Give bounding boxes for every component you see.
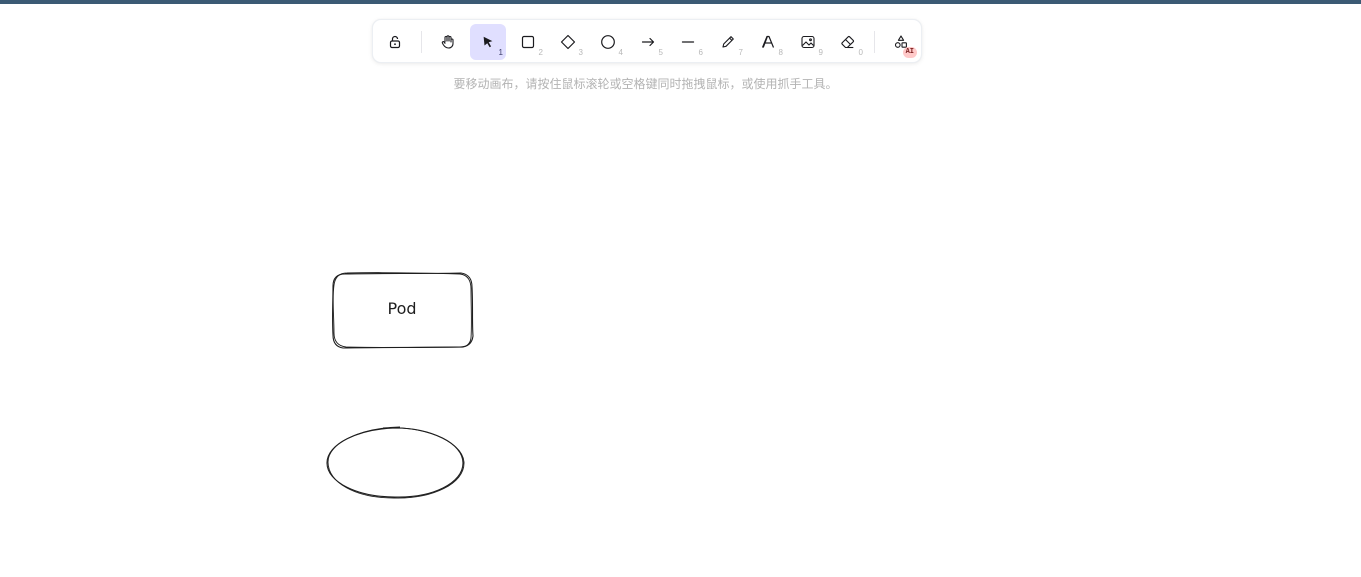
drawing-canvas[interactable]: Pod xyxy=(0,0,1361,577)
rectangle-shape[interactable]: Pod xyxy=(332,272,474,349)
ellipse-shape[interactable] xyxy=(326,426,465,499)
rectangle-label: Pod xyxy=(387,299,416,318)
